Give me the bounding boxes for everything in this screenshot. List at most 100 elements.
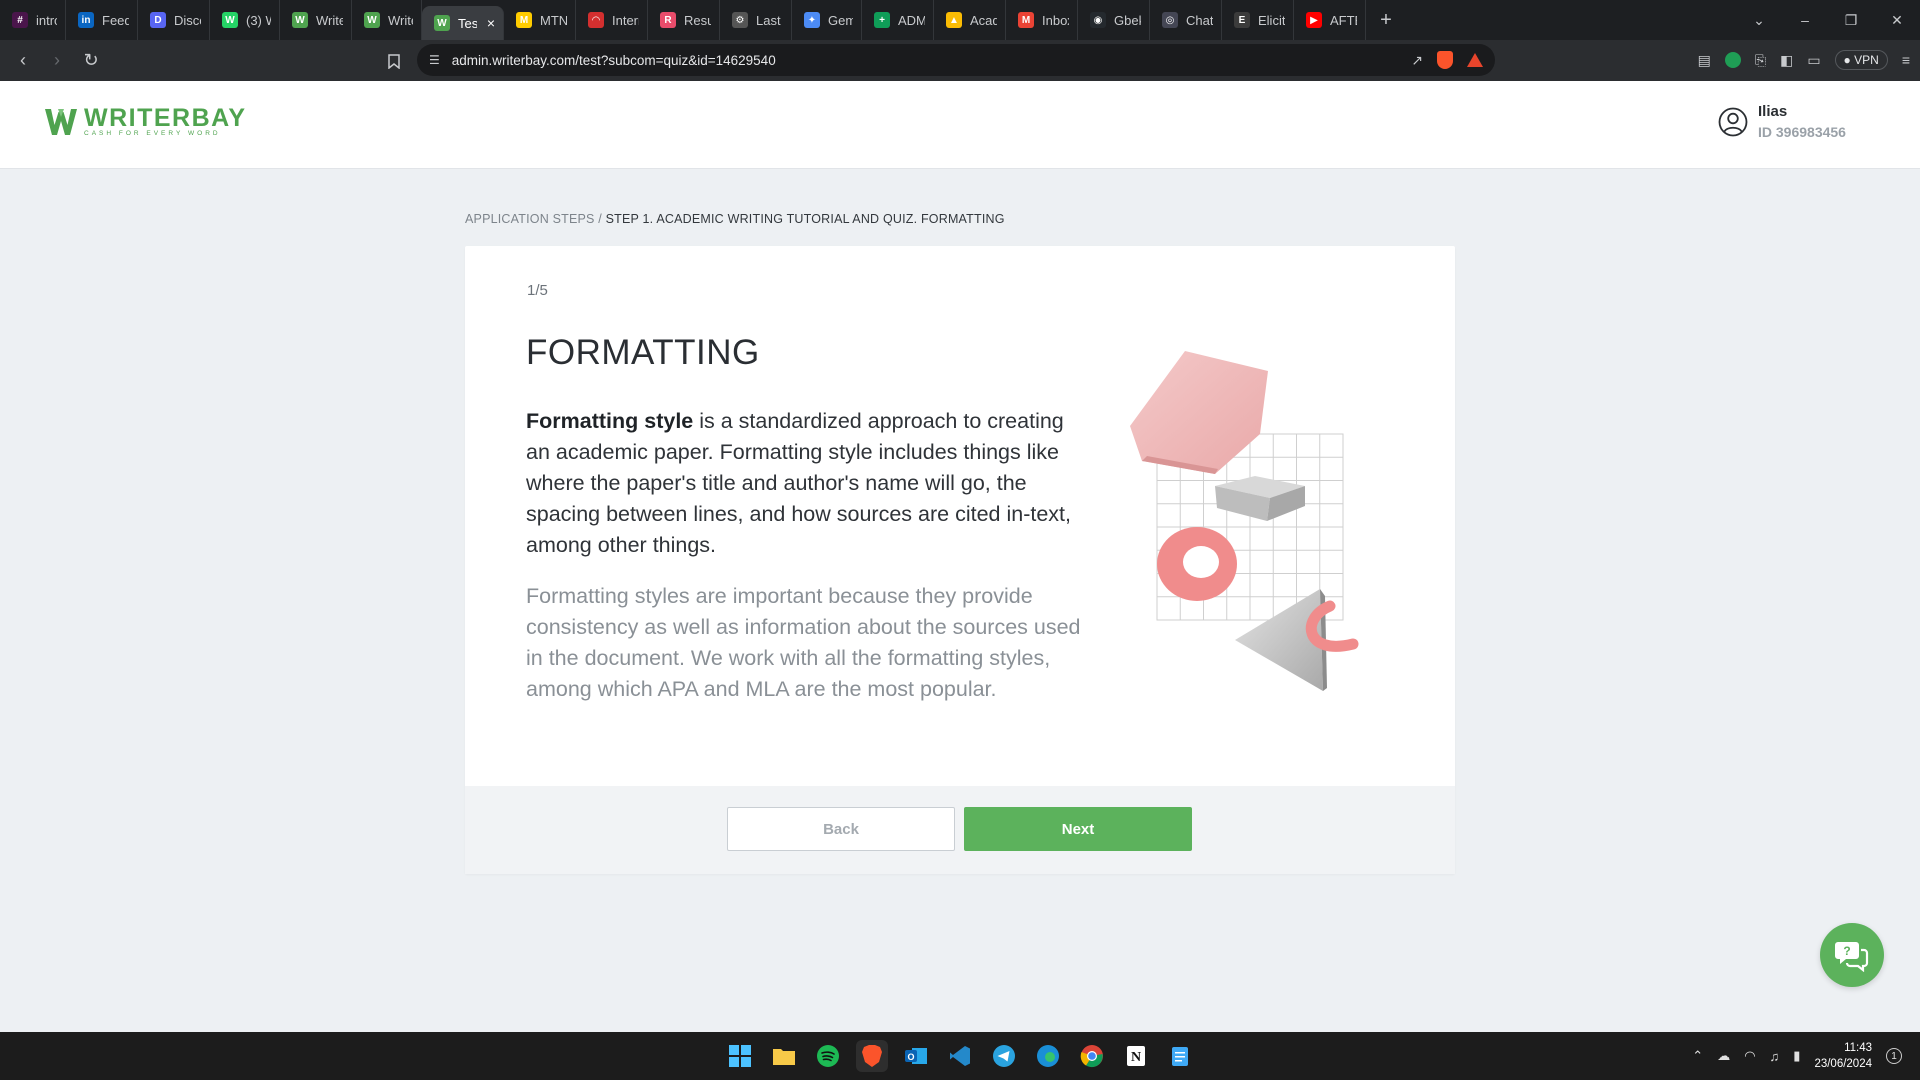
- browser-tab[interactable]: W (3) Wha: [210, 0, 280, 40]
- elicit-icon: E: [1234, 12, 1250, 28]
- clock-date: 23/06/2024: [1814, 1058, 1872, 1070]
- browser-tab-label: Internet: [612, 12, 639, 28]
- wifi-icon[interactable]: ◠: [1744, 1048, 1755, 1064]
- windows-start-icon[interactable]: [724, 1040, 756, 1072]
- share-icon[interactable]: ↗: [1411, 52, 1423, 69]
- notion-icon[interactable]: N: [1120, 1040, 1152, 1072]
- browser-tab-label: Test: [458, 15, 477, 31]
- forward-arrow-icon[interactable]: ›: [40, 44, 74, 78]
- browser-tab[interactable]: ◉ Gbekoil: [1078, 0, 1150, 40]
- help-chat-icon: ?: [1835, 942, 1869, 972]
- browser-tab-label: Elicit: Th: [1258, 12, 1285, 28]
- browser-tab[interactable]: + ADMISS: [862, 0, 934, 40]
- drive-icon: ▲: [946, 12, 962, 28]
- notification-badge[interactable]: 1: [1886, 1048, 1902, 1064]
- browser-tab-label: Last nar: [756, 12, 783, 28]
- browser-tab-label: Feed | Li: [102, 12, 129, 28]
- sidebar-toggle-icon[interactable]: ◧: [1780, 52, 1793, 69]
- writerbay-icon: W: [292, 12, 308, 28]
- chrome-icon[interactable]: [1076, 1040, 1108, 1072]
- gmail-icon: M: [1018, 12, 1034, 28]
- browser-tab[interactable]: W WriterB: [280, 0, 352, 40]
- reload-icon[interactable]: ↻: [74, 44, 108, 78]
- browser-tab[interactable]: ⚙ Last nar: [720, 0, 792, 40]
- step-counter: 1/5: [527, 282, 548, 299]
- file-explorer-icon[interactable]: [768, 1040, 800, 1072]
- spotify-icon[interactable]: [812, 1040, 844, 1072]
- tray-chevron-up-icon[interactable]: ⌃: [1692, 1048, 1703, 1064]
- browser-tab-label: Discord: [174, 12, 201, 28]
- browser-tab-label: ChatGP: [1186, 12, 1213, 28]
- address-bar[interactable]: ☰ admin.writerbay.com/test?subcom=quiz&i…: [417, 44, 1495, 76]
- browser-tab[interactable]: ◠ Internet: [576, 0, 648, 40]
- help-chat-button[interactable]: ?: [1820, 923, 1884, 987]
- edge-icon[interactable]: [1032, 1040, 1064, 1072]
- github-icon: ◉: [1090, 12, 1106, 28]
- notepad-icon[interactable]: [1164, 1040, 1196, 1072]
- user-name: Ilias: [1758, 103, 1788, 120]
- browser-tab[interactable]: ▶ AFTER S: [1294, 0, 1366, 40]
- browser-tab[interactable]: D Discord: [138, 0, 210, 40]
- clock-time: 11:43: [1844, 1042, 1872, 1054]
- browser-tab-label: Academ: [970, 12, 997, 28]
- browser-tab[interactable]: ▲ Academ: [934, 0, 1006, 40]
- vpn-button[interactable]: ● VPN: [1834, 50, 1888, 70]
- menu-icon[interactable]: ≡: [1902, 52, 1910, 68]
- mtn-icon: M: [516, 12, 532, 28]
- browser-tab-label: AFTER S: [1330, 12, 1357, 28]
- internet-icon: ◠: [588, 12, 604, 28]
- tab-list-chevron-icon[interactable]: ⌄: [1736, 0, 1782, 40]
- system-clock[interactable]: 11:43 23/06/2024: [1814, 1040, 1872, 1072]
- extension-icon[interactable]: [1724, 52, 1741, 68]
- formatting-illustration: [1130, 351, 1359, 691]
- browser-tab[interactable]: M Inbox -: [1006, 0, 1078, 40]
- user-profile[interactable]: Ilias ID 396983456: [1718, 103, 1846, 140]
- browser-tab-label: Gemini: [828, 12, 853, 28]
- whatsapp-icon: W: [222, 12, 238, 28]
- reader-mode-icon[interactable]: ▤: [1698, 52, 1711, 69]
- volume-icon[interactable]: ♫: [1770, 1049, 1780, 1064]
- logo-name: WRITERBAY: [84, 104, 247, 132]
- brave-rewards-icon[interactable]: [1467, 53, 1483, 67]
- site-settings-icon[interactable]: ☰: [429, 53, 440, 67]
- back-arrow-icon[interactable]: ‹: [6, 44, 40, 78]
- breadcrumb-root[interactable]: APPLICATION STEPS: [465, 212, 595, 226]
- browser-tab[interactable]: W WriterB: [352, 0, 422, 40]
- restore-icon[interactable]: ❐: [1828, 0, 1874, 40]
- extensions-puzzle-icon[interactable]: ⎘: [1755, 52, 1766, 69]
- brave-shield-icon[interactable]: [1437, 51, 1453, 69]
- brave-browser-icon[interactable]: [856, 1040, 888, 1072]
- lesson-paragraph-1-bold: Formatting style: [526, 409, 694, 433]
- bookmark-icon[interactable]: [384, 51, 404, 71]
- battery-icon[interactable]: ▮: [1793, 1048, 1800, 1064]
- new-tab-button[interactable]: +: [1366, 0, 1406, 40]
- linkedin-icon: in: [78, 12, 94, 28]
- browser-tab[interactable]: ✦ Gemini: [792, 0, 862, 40]
- browser-tab[interactable]: ◎ ChatGP: [1150, 0, 1222, 40]
- browser-tab[interactable]: R Resume: [648, 0, 720, 40]
- minimize-icon[interactable]: –: [1782, 0, 1828, 40]
- onedrive-icon[interactable]: ☁: [1717, 1048, 1730, 1064]
- tab-close-icon[interactable]: ×: [487, 15, 495, 31]
- url-text[interactable]: admin.writerbay.com/test?subcom=quiz&id=…: [452, 53, 776, 68]
- telegram-icon[interactable]: [988, 1040, 1020, 1072]
- browser-tab-label: ADMISS: [898, 12, 925, 28]
- gemini-icon: ✦: [804, 12, 820, 28]
- site-header: WRITERBAY CASH FOR EVERY WORD Ilias ID 3…: [0, 81, 1920, 169]
- next-button[interactable]: Next: [964, 807, 1192, 851]
- card-footer: Back Next: [465, 786, 1455, 874]
- back-button[interactable]: Back: [727, 807, 955, 851]
- svg-text:N: N: [1131, 1050, 1141, 1065]
- writerbay-logo[interactable]: WRITERBAY CASH FOR EVERY WORD: [44, 106, 247, 138]
- browser-tab[interactable]: E Elicit: Th: [1222, 0, 1294, 40]
- user-id: ID 396983456: [1758, 124, 1846, 140]
- window-controls: ⌄ – ❐ ✕: [1736, 0, 1920, 40]
- browser-tab[interactable]: W Test ×: [422, 6, 504, 40]
- browser-tab[interactable]: in Feed | Li: [66, 0, 138, 40]
- close-window-icon[interactable]: ✕: [1874, 0, 1920, 40]
- browser-tab[interactable]: # intros (C: [0, 0, 66, 40]
- outlook-icon[interactable]: O: [900, 1040, 932, 1072]
- wallet-icon[interactable]: ▭: [1807, 52, 1820, 69]
- browser-tab[interactable]: M MTN M: [504, 0, 576, 40]
- vscode-icon[interactable]: [944, 1040, 976, 1072]
